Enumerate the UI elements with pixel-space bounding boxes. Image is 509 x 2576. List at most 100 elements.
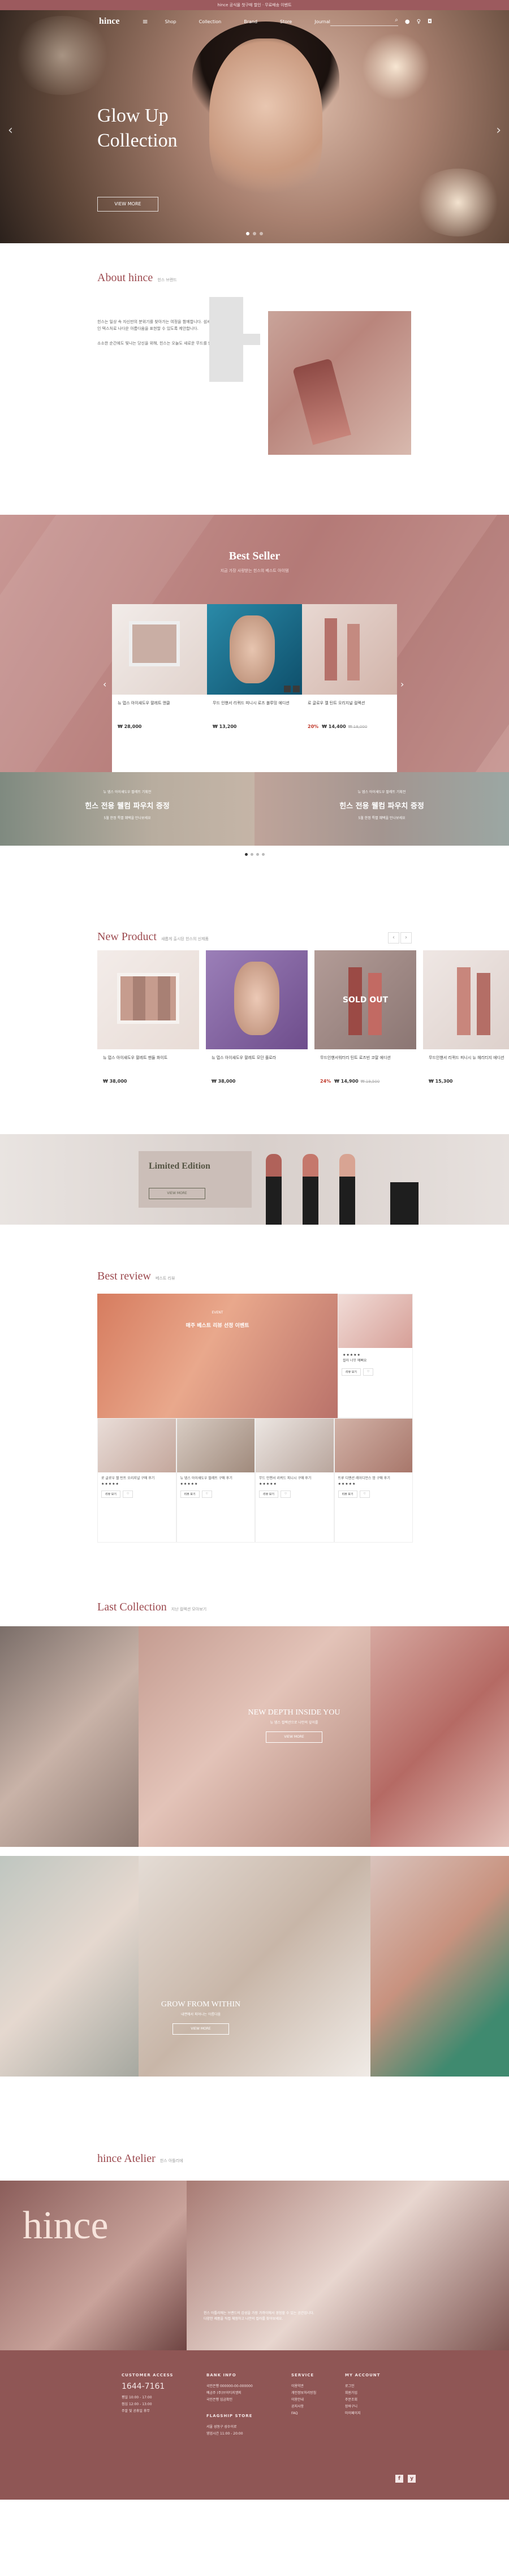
hero-view-more-button[interactable]: VIEW MORE	[97, 197, 158, 212]
collection-image[interactable]	[0, 1856, 139, 2077]
wishlist-icon[interactable]	[284, 686, 291, 692]
menu-icon[interactable]: ≡	[142, 18, 148, 25]
collection-view-more-button[interactable]: VIEW MORE	[172, 2023, 229, 2035]
hero-title: Glow Up Collection	[97, 104, 178, 153]
review-image[interactable]	[176, 1419, 255, 1472]
review-image[interactable]	[338, 1294, 412, 1348]
search-icon[interactable]: ⌕	[395, 17, 398, 23]
footer-phone[interactable]: 1644-7161	[122, 2383, 206, 2390]
atelier-image[interactable]: hince 힌스 아틀리에는 브랜드의 감성을 가장 가까이에서 경험할 수 있…	[0, 2181, 509, 2350]
best-prev-arrow-icon[interactable]: ‹	[103, 679, 106, 690]
product-name[interactable]: 무드 인핸서 리퀴드 피니시 로즈 블루밍 에디션	[207, 695, 302, 720]
banner-dot[interactable]	[256, 853, 259, 856]
collection-image[interactable]: NEW DEPTH INSIDE YOU 뉴 뎁스 컬렉션으로 나만의 깊이를 …	[139, 1626, 370, 1847]
hero-dot[interactable]	[246, 232, 249, 235]
product-image[interactable]	[112, 604, 207, 695]
product-card[interactable]: 무드인핸서 리퀴드 피니시 뉴 헤리티지 에디션 ₩ 15,300	[423, 950, 509, 1088]
search-input[interactable]: ⌕	[330, 17, 398, 26]
product-name[interactable]: 무드인핸서워터리 틴트 로즈빈 코랄 에디션	[314, 1049, 416, 1074]
product-image[interactable]	[206, 950, 308, 1049]
product-card[interactable]: 무드 인핸서 리퀴드 피니시 로즈 블루밍 에디션 ₩ 13,200	[207, 604, 302, 772]
facebook-icon[interactable]: f	[395, 2475, 403, 2483]
view-review-button[interactable]: 리뷰 보기	[338, 1491, 357, 1498]
product-image[interactable]	[207, 604, 302, 695]
review-image[interactable]	[256, 1419, 334, 1472]
review-image[interactable]	[98, 1419, 176, 1472]
product-name[interactable]: 뉴 뎁스 아이섀도우 팔레트 앤클	[112, 695, 207, 720]
product-card[interactable]: SOLD OUT 무드인핸서워터리 틴트 로즈빈 코랄 에디션 24% ₩ 14,…	[314, 950, 416, 1088]
review-card[interactable]: ★★★★★ 컬러 너무 예뻐요 리뷰 보기 ♡	[338, 1294, 413, 1418]
product-name[interactable]: 뉴 뎁스 아이섀도우 팔레트 맨들 화이트	[97, 1049, 199, 1074]
review-card[interactable]: 로 글로우 젤 틴트 오리지널 구매 후기 ★★★★★ 리뷰 보기 ♡	[97, 1418, 176, 1543]
view-review-button[interactable]: 리뷰 보기	[101, 1491, 120, 1498]
review-card[interactable]: 뉴 뎁스 아이섀도우 팔레트 구매 후기 ★★★★★ 리뷰 보기 ♡	[176, 1418, 255, 1543]
product-image[interactable]	[423, 950, 509, 1049]
hero-dot[interactable]	[253, 232, 256, 235]
site-logo[interactable]: hince	[99, 16, 119, 27]
product-name[interactable]: 로 글로우 젤 틴트 오리지널 컬렉션	[302, 695, 397, 720]
review-image[interactable]	[334, 1419, 412, 1472]
nav-item-store[interactable]: Store	[280, 19, 292, 24]
nav-item-brand[interactable]: Brand	[244, 19, 257, 24]
hero-next-arrow-icon[interactable]: ›	[496, 123, 501, 137]
hero-dot[interactable]	[260, 232, 263, 235]
product-card[interactable]: 뉴 뎁스 아이섀도우 팔레트 모던 플로라 ₩ 38,000	[206, 950, 308, 1088]
review-card[interactable]: 트루 디멘션 레이디언스 밤 구매 후기 ★★★★★ 리뷰 보기 ♡	[334, 1418, 413, 1543]
product-name[interactable]: 무드인핸서 리퀴드 피니시 뉴 헤리티지 에디션	[423, 1049, 509, 1074]
like-button[interactable]: ♡	[359, 1491, 370, 1498]
product-image[interactable]: SOLD OUT	[314, 950, 416, 1049]
collection-image[interactable]: GROW FROM WITHIN 내면에서 피어나는 아름다움 VIEW MOR…	[139, 1856, 370, 2077]
review-event-banner[interactable]: EVENT 매주 베스트 리뷰 선정 이벤트	[97, 1294, 338, 1418]
like-button[interactable]: ♡	[201, 1491, 212, 1498]
footer-link[interactable]: 공지사항	[291, 2403, 345, 2410]
product-card[interactable]: 뉴 뎁스 아이섀도우 팔레트 앤클 ₩ 28,000	[112, 604, 207, 772]
review-card[interactable]: 무드 인핸서 리퀴드 피니시 구매 후기 ★★★★★ 리뷰 보기 ♡	[255, 1418, 334, 1543]
view-review-button[interactable]: 리뷰 보기	[180, 1491, 200, 1498]
youtube-icon[interactable]: y	[408, 2475, 416, 2483]
footer-link[interactable]: 개인정보처리방침	[291, 2390, 345, 2397]
view-review-button[interactable]: 리뷰 보기	[259, 1491, 278, 1498]
like-button[interactable]: ♡	[363, 1368, 374, 1376]
product-card[interactable]: 뉴 뎁스 아이섀도우 팔레트 맨들 화이트 ₩ 38,000	[97, 950, 199, 1088]
product-name[interactable]: 뉴 뎁스 아이섀도우 팔레트 모던 플로라	[206, 1049, 308, 1074]
cart-icon[interactable]: ◘	[428, 19, 432, 25]
nav-item-shop[interactable]: Shop	[165, 19, 176, 24]
last-collection-section: Last Collection 지난 컬렉션 모아보기 NEW DEPTH INS…	[0, 1564, 509, 2124]
product-price: ₩ 15,300	[423, 1074, 509, 1088]
footer-link[interactable]: 로그인	[345, 2383, 430, 2390]
event-banner[interactable]: 뉴 뎁스 아이섀도우 팔레트 기획전 힌스 전용 웰컴 파우치 증정 5월 한정…	[255, 772, 509, 846]
limited-edition-banner[interactable]: Limited Edition VIEW MORE	[0, 1134, 509, 1225]
account-icon[interactable]: ♀	[417, 19, 421, 25]
collection-image[interactable]	[370, 1856, 509, 2077]
footer-link[interactable]: 회원가입	[345, 2390, 430, 2397]
like-button[interactable]: ♡	[281, 1491, 291, 1498]
best-next-arrow-icon[interactable]: ›	[400, 679, 404, 690]
top-promo-bar[interactable]: hince 공식몰 첫구매 할인 · 무료배송 이벤트	[0, 0, 509, 10]
cart-icon[interactable]	[293, 686, 300, 692]
view-review-button[interactable]: 리뷰 보기	[342, 1368, 361, 1376]
footer-link[interactable]: 이용안내	[291, 2397, 345, 2403]
next-arrow-icon[interactable]: ›	[400, 932, 412, 944]
collection-view-more-button[interactable]: VIEW MORE	[266, 1731, 322, 1743]
footer-link[interactable]: 마이페이지	[345, 2410, 430, 2417]
footer-link[interactable]: 주문조회	[345, 2397, 430, 2403]
footer-link[interactable]: 이용약관	[291, 2383, 345, 2390]
product-image[interactable]	[97, 950, 199, 1049]
like-button[interactable]: ♡	[123, 1491, 133, 1498]
user-icon[interactable]: ●	[405, 19, 410, 25]
product-card[interactable]: 로 글로우 젤 틴트 오리지널 컬렉션 20% ₩ 14,400 ₩ 18,000	[302, 604, 397, 772]
event-banner[interactable]: 뉴 뎁스 아이섀도우 팔레트 기획전 힌스 전용 웰컴 파우치 증정 5월 한정…	[0, 772, 255, 846]
collection-image[interactable]	[0, 1626, 139, 1847]
prev-arrow-icon[interactable]: ‹	[388, 932, 399, 944]
banner-dot[interactable]	[250, 853, 253, 856]
hero-prev-arrow-icon[interactable]: ‹	[8, 123, 13, 137]
nav-item-journal[interactable]: Journal	[314, 19, 330, 24]
limited-view-more-button[interactable]: VIEW MORE	[149, 1188, 205, 1199]
product-image[interactable]	[302, 604, 397, 695]
banner-dot[interactable]	[244, 853, 248, 856]
footer-link[interactable]: FAQ	[291, 2410, 345, 2417]
collection-image[interactable]	[370, 1626, 509, 1847]
footer-link[interactable]: 장바구니	[345, 2403, 430, 2410]
nav-item-collection[interactable]: Collection	[199, 19, 222, 24]
banner-dot[interactable]	[261, 853, 265, 856]
